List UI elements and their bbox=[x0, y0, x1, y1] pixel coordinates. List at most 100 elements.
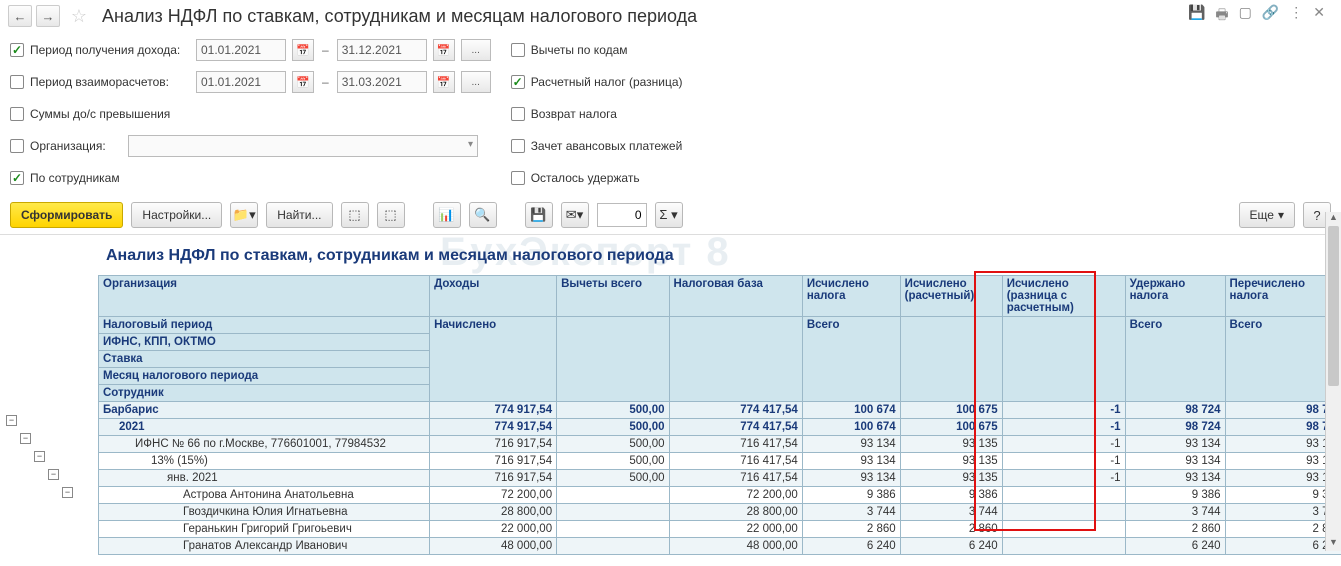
tree-collapse-4[interactable]: − bbox=[62, 487, 73, 498]
close-icon[interactable]: ✕ bbox=[1313, 4, 1325, 28]
by-employees-checkbox[interactable] bbox=[10, 171, 24, 185]
income-period-checkbox[interactable] bbox=[10, 43, 24, 57]
cell-8-5 bbox=[1002, 538, 1125, 555]
income-period-to[interactable] bbox=[337, 39, 427, 61]
right-check-3[interactable] bbox=[511, 139, 525, 153]
cell-2-6: 93 134 bbox=[1125, 436, 1225, 453]
period-picker-button[interactable]: ... bbox=[461, 39, 491, 61]
col-1: Вычеты всего bbox=[557, 276, 669, 317]
cell-3-7: 93 134 bbox=[1225, 453, 1341, 470]
settle-period-to[interactable] bbox=[337, 71, 427, 93]
right-check-1[interactable] bbox=[511, 75, 525, 89]
cell-1-6: 98 724 bbox=[1125, 419, 1225, 436]
print-preview-button[interactable]: 🔍 bbox=[469, 202, 497, 228]
scroll-thumb[interactable] bbox=[1328, 226, 1339, 386]
cell-6-4: 3 744 bbox=[900, 504, 1002, 521]
right-check-2[interactable] bbox=[511, 107, 525, 121]
save-disk-button[interactable]: 💾 bbox=[525, 202, 553, 228]
cell-5-2: 72 200,00 bbox=[669, 487, 802, 504]
tree-collapse-1[interactable]: − bbox=[20, 433, 31, 444]
vertical-scrollbar[interactable]: ▲ ▼ bbox=[1325, 212, 1341, 551]
cell-7-0: 22 000,00 bbox=[430, 521, 557, 538]
row-header-5: Сотрудник bbox=[99, 385, 430, 402]
report-icon[interactable]: ▢ bbox=[1239, 4, 1252, 28]
link-icon[interactable]: 🔗 bbox=[1262, 4, 1279, 28]
cell-5-6: 9 386 bbox=[1125, 487, 1225, 504]
number-input[interactable] bbox=[597, 203, 647, 227]
calendar-icon[interactable]: 📅 bbox=[292, 39, 314, 61]
right-check-0[interactable] bbox=[511, 43, 525, 57]
kebab-menu-icon[interactable]: ⋮ bbox=[1289, 4, 1303, 28]
tree-collapse-0[interactable]: − bbox=[6, 415, 17, 426]
cell-5-4: 9 386 bbox=[900, 487, 1002, 504]
org-combo[interactable] bbox=[128, 135, 478, 157]
sums-exceed-checkbox[interactable] bbox=[10, 107, 24, 121]
col-5: Исчислено (разница с расчетным) bbox=[1002, 276, 1125, 317]
col-0: Доходы bbox=[430, 276, 557, 317]
row-label-8: Гранатов Александр Иванович bbox=[99, 538, 430, 555]
cell-1-3: 100 674 bbox=[802, 419, 900, 436]
settle-period-from[interactable] bbox=[196, 71, 286, 93]
form-button[interactable]: Сформировать bbox=[10, 202, 123, 228]
calendar-icon[interactable]: 📅 bbox=[433, 71, 455, 93]
find-button[interactable]: Найти... bbox=[266, 202, 332, 228]
scroll-up-arrow[interactable]: ▲ bbox=[1326, 212, 1341, 226]
back-button[interactable]: ← bbox=[8, 5, 32, 27]
col-sub-7: Всего bbox=[1225, 317, 1341, 402]
cell-1-4: 100 675 bbox=[900, 419, 1002, 436]
right-check-label-4: Осталось удержать bbox=[531, 171, 640, 185]
cell-4-2: 716 417,54 bbox=[669, 470, 802, 487]
collapse-button[interactable]: ⬚ bbox=[377, 202, 405, 228]
cell-8-2: 48 000,00 bbox=[669, 538, 802, 555]
cell-4-1: 500,00 bbox=[557, 470, 669, 487]
cell-5-1 bbox=[557, 487, 669, 504]
calendar-icon[interactable]: 📅 bbox=[433, 39, 455, 61]
cell-0-0: 774 917,54 bbox=[430, 402, 557, 419]
cell-5-7: 9 386 bbox=[1225, 487, 1341, 504]
cell-8-0: 48 000,00 bbox=[430, 538, 557, 555]
filter-area: Период получения дохода: 📅 – 📅 ... Перио… bbox=[0, 32, 1341, 196]
sums-exceed-label: Суммы до/с превышения bbox=[30, 107, 170, 121]
print-icon[interactable]: 🖶 bbox=[1215, 4, 1228, 28]
variants-button[interactable]: 📁▾ bbox=[230, 202, 258, 228]
col-2: Налоговая база bbox=[669, 276, 802, 317]
row-label-7: Геранькин Григорий Григоьевич bbox=[99, 521, 430, 538]
col-sub-1 bbox=[557, 317, 669, 402]
col-sub-0: Начислено bbox=[430, 317, 557, 402]
cell-7-4: 2 860 bbox=[900, 521, 1002, 538]
mail-button[interactable]: ✉▾ bbox=[561, 202, 589, 228]
cell-3-2: 716 417,54 bbox=[669, 453, 802, 470]
cell-2-1: 500,00 bbox=[557, 436, 669, 453]
report-area[interactable]: −−−−− Анализ НДФЛ по ставкам, сотрудника… bbox=[0, 234, 1341, 566]
cell-6-6: 3 744 bbox=[1125, 504, 1225, 521]
cell-2-2: 716 417,54 bbox=[669, 436, 802, 453]
col-sub-5 bbox=[1002, 317, 1125, 402]
forward-button[interactable]: → bbox=[36, 5, 60, 27]
col-sub-3: Всего bbox=[802, 317, 900, 402]
scroll-down-arrow[interactable]: ▼ bbox=[1326, 537, 1341, 551]
chart-button[interactable]: 📊 bbox=[433, 202, 461, 228]
window-toolbar: ← → ☆ Анализ НДФЛ по ставкам, сотрудника… bbox=[0, 0, 1341, 32]
income-period-from[interactable] bbox=[196, 39, 286, 61]
org-checkbox[interactable] bbox=[10, 139, 24, 153]
right-check-4[interactable] bbox=[511, 171, 525, 185]
favorite-star-icon[interactable]: ☆ bbox=[68, 5, 90, 27]
cell-0-6: 98 724 bbox=[1125, 402, 1225, 419]
tree-collapse-2[interactable]: − bbox=[34, 451, 45, 462]
settle-period-checkbox[interactable] bbox=[10, 75, 24, 89]
cell-1-1: 500,00 bbox=[557, 419, 669, 436]
save-icon[interactable]: 💾 bbox=[1188, 4, 1205, 28]
cell-0-3: 100 674 bbox=[802, 402, 900, 419]
cell-7-2: 22 000,00 bbox=[669, 521, 802, 538]
sum-button[interactable]: Σ ▾ bbox=[655, 202, 683, 228]
tree-collapse-3[interactable]: − bbox=[48, 469, 59, 480]
period-picker-button[interactable]: ... bbox=[461, 71, 491, 93]
cell-6-0: 28 800,00 bbox=[430, 504, 557, 521]
cell-1-5: -1 bbox=[1002, 419, 1125, 436]
expand-button[interactable]: ⬚ bbox=[341, 202, 369, 228]
more-button[interactable]: Еще ▾ bbox=[1239, 202, 1295, 228]
cell-2-7: 93 134 bbox=[1225, 436, 1341, 453]
calendar-icon[interactable]: 📅 bbox=[292, 71, 314, 93]
cell-4-0: 716 917,54 bbox=[430, 470, 557, 487]
settings-button[interactable]: Настройки... bbox=[131, 202, 222, 228]
